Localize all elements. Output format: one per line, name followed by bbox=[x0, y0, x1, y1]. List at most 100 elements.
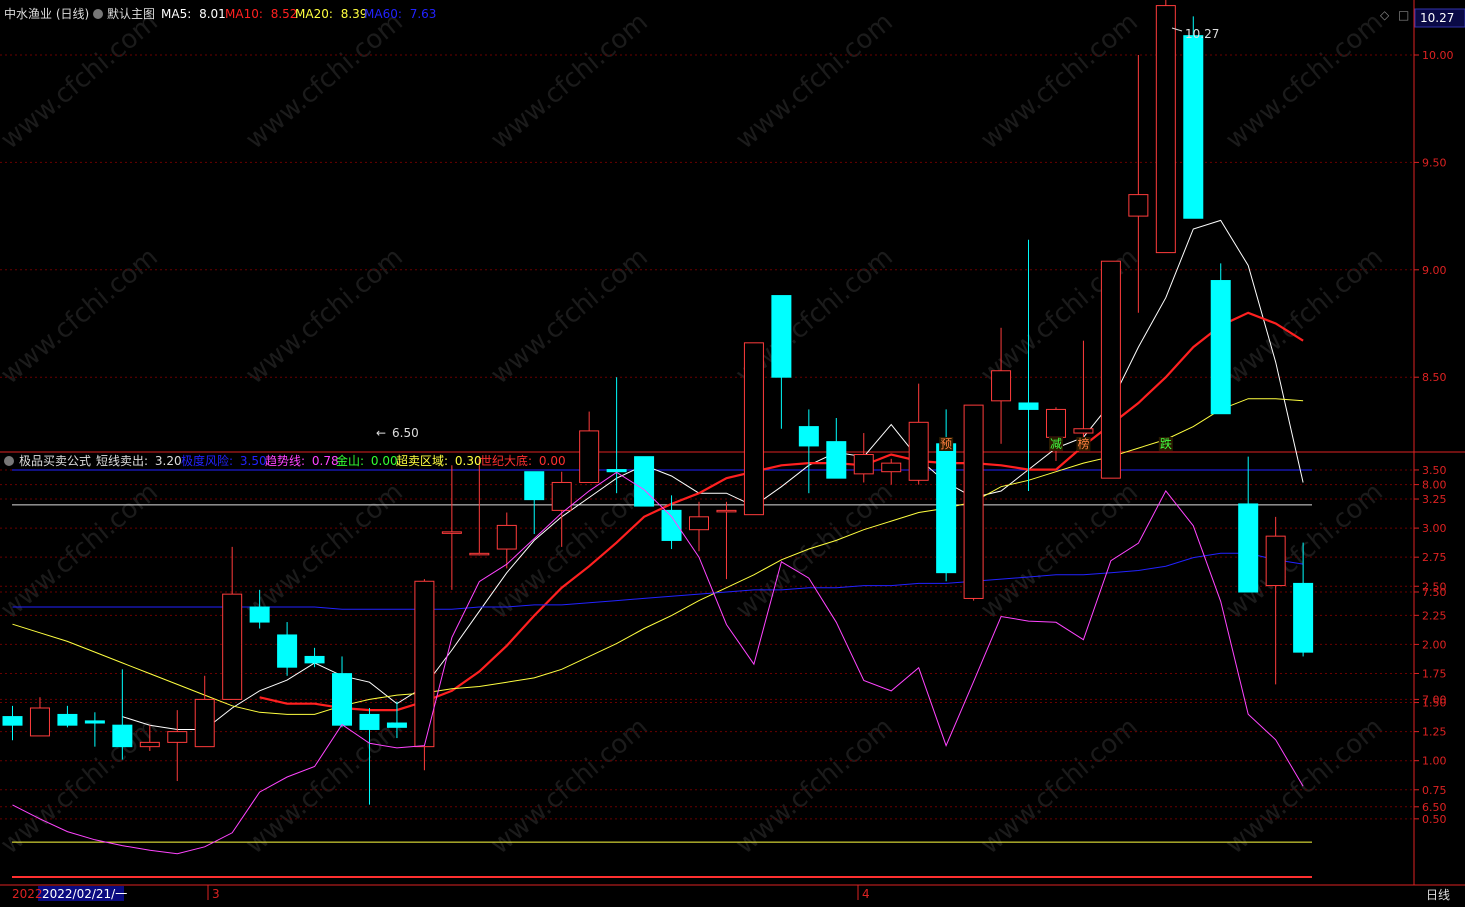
candle bbox=[277, 622, 298, 676]
indicator-tick-label: 1.25 bbox=[1422, 726, 1447, 739]
century-bottom-value: 0.00 bbox=[539, 454, 566, 468]
candle-body bbox=[936, 443, 957, 574]
signal-label: 减 bbox=[1050, 437, 1062, 451]
candle-body bbox=[881, 462, 902, 473]
price-tick-label: 9.00 bbox=[1422, 264, 1447, 277]
stock-chart[interactable]: www.cfchi.com www.cfchi.com www.cfchi.com w… bbox=[0, 0, 1465, 907]
watermark-text: www.cfchi.com bbox=[0, 242, 164, 390]
expand-icon[interactable]: □ bbox=[1398, 8, 1409, 22]
candle bbox=[222, 546, 243, 700]
low-annotation: ← 6.50 bbox=[376, 426, 419, 440]
candle-body bbox=[716, 509, 737, 513]
candle-body bbox=[853, 454, 874, 475]
svg-text:6.50: 6.50 bbox=[392, 426, 419, 440]
candle-body bbox=[194, 698, 215, 748]
candle-body bbox=[1293, 582, 1314, 653]
candle-body bbox=[798, 426, 819, 447]
candle-body bbox=[1045, 408, 1066, 438]
indicator-tick-label: 0.50 bbox=[1422, 813, 1447, 826]
year-label: 2022 bbox=[12, 887, 43, 901]
candle bbox=[524, 471, 545, 535]
candle-body bbox=[743, 342, 764, 516]
ma60-label: MA60: bbox=[364, 7, 402, 21]
indicator-tick-label: 3.25 bbox=[1422, 493, 1447, 506]
candle-body bbox=[386, 722, 407, 728]
candle-body bbox=[1073, 428, 1094, 434]
watermark-text: www.cfchi.com bbox=[975, 7, 1144, 155]
candle bbox=[1183, 16, 1204, 219]
candle-body bbox=[29, 707, 50, 737]
watermark-text: www.cfchi.com bbox=[1220, 242, 1389, 390]
signal-label: 跌 bbox=[1160, 436, 1172, 451]
svg-text:10.27: 10.27 bbox=[1185, 27, 1219, 41]
candle bbox=[1238, 456, 1259, 593]
candle-body bbox=[579, 430, 600, 483]
watermark-text: www.cfchi.com bbox=[240, 7, 409, 155]
candle bbox=[908, 383, 929, 485]
candle-body bbox=[139, 741, 160, 748]
timeframe-label[interactable]: 日线 bbox=[1426, 888, 1450, 902]
candle bbox=[441, 465, 462, 590]
stock-name: 中水渔业 (日线) bbox=[4, 6, 89, 21]
watermark-text: www.cfchi.com bbox=[485, 712, 654, 860]
watermark-text: www.cfchi.com bbox=[1220, 7, 1389, 155]
candlesticks bbox=[2, 0, 1314, 805]
candle-body bbox=[606, 469, 627, 473]
candle bbox=[661, 495, 682, 550]
candle bbox=[304, 647, 325, 668]
ma-line-MA5 bbox=[122, 219, 1304, 730]
candle-body bbox=[908, 421, 929, 481]
template-name: 默认主图 bbox=[107, 6, 155, 21]
svg-text:←: ← bbox=[376, 426, 386, 440]
candle-body bbox=[167, 731, 188, 743]
indicator-tick-label: 2.25 bbox=[1422, 609, 1447, 622]
indicator-axis: 3.50 3.25 3.00 2.75 2.50 2.25 2.00 1.75 1.50 1.25… bbox=[1414, 464, 1447, 826]
indicator-tick-label: 3.00 bbox=[1422, 522, 1447, 535]
candle-body bbox=[1018, 402, 1039, 410]
candle bbox=[332, 656, 353, 728]
ma-line-MA60 bbox=[12, 552, 1304, 610]
candle bbox=[29, 697, 50, 737]
candle-body bbox=[249, 606, 270, 623]
candle-body bbox=[963, 404, 984, 599]
candle-body bbox=[524, 471, 545, 501]
price-tick-label: 8.00 bbox=[1422, 479, 1447, 492]
candle bbox=[1100, 260, 1121, 479]
ma10-value: 8.52 bbox=[271, 7, 298, 21]
candle bbox=[826, 418, 847, 479]
indicator-tick-label: 3.50 bbox=[1422, 464, 1447, 477]
candle-body bbox=[689, 516, 709, 531]
candle-body bbox=[1265, 535, 1286, 587]
settings-icon[interactable] bbox=[93, 9, 103, 19]
candle-body bbox=[222, 593, 243, 700]
price-tick-label: 8.50 bbox=[1422, 371, 1447, 384]
candle bbox=[743, 342, 764, 516]
indicator-settings-icon[interactable] bbox=[4, 456, 14, 466]
trend-line-path bbox=[12, 471, 1304, 855]
candle bbox=[853, 433, 874, 483]
month-label-3: 3 bbox=[212, 887, 220, 901]
extreme-risk-label: 极度风险: bbox=[181, 453, 233, 468]
candle-body bbox=[57, 713, 78, 726]
indicator-tick-label: 2.00 bbox=[1422, 638, 1447, 651]
candle bbox=[2, 705, 23, 741]
candle bbox=[634, 456, 655, 507]
candle-body bbox=[469, 552, 490, 556]
watermark-text: www.cfchi.com bbox=[485, 7, 654, 155]
current-price-text: 10.27 bbox=[1420, 11, 1454, 25]
watermark-text: www.cfchi.com bbox=[730, 712, 899, 860]
gold-label: 金山: bbox=[336, 453, 364, 468]
candle bbox=[84, 712, 105, 747]
candle-body bbox=[634, 456, 655, 507]
diamond-icon[interactable]: ◇ bbox=[1380, 8, 1390, 22]
candle bbox=[194, 675, 215, 748]
ma5-label: MA5: bbox=[161, 7, 191, 21]
candle-body bbox=[84, 720, 105, 724]
candle bbox=[112, 669, 133, 760]
candle bbox=[469, 458, 490, 556]
candle-body bbox=[551, 481, 572, 511]
sub-header: 极品买卖公式 短线卖出: 3.20 极度风险: 3.50 趋势线: 0.78 金… bbox=[19, 453, 566, 468]
candle-body bbox=[277, 634, 298, 668]
candle-body bbox=[826, 441, 847, 479]
candle-body bbox=[991, 370, 1012, 402]
